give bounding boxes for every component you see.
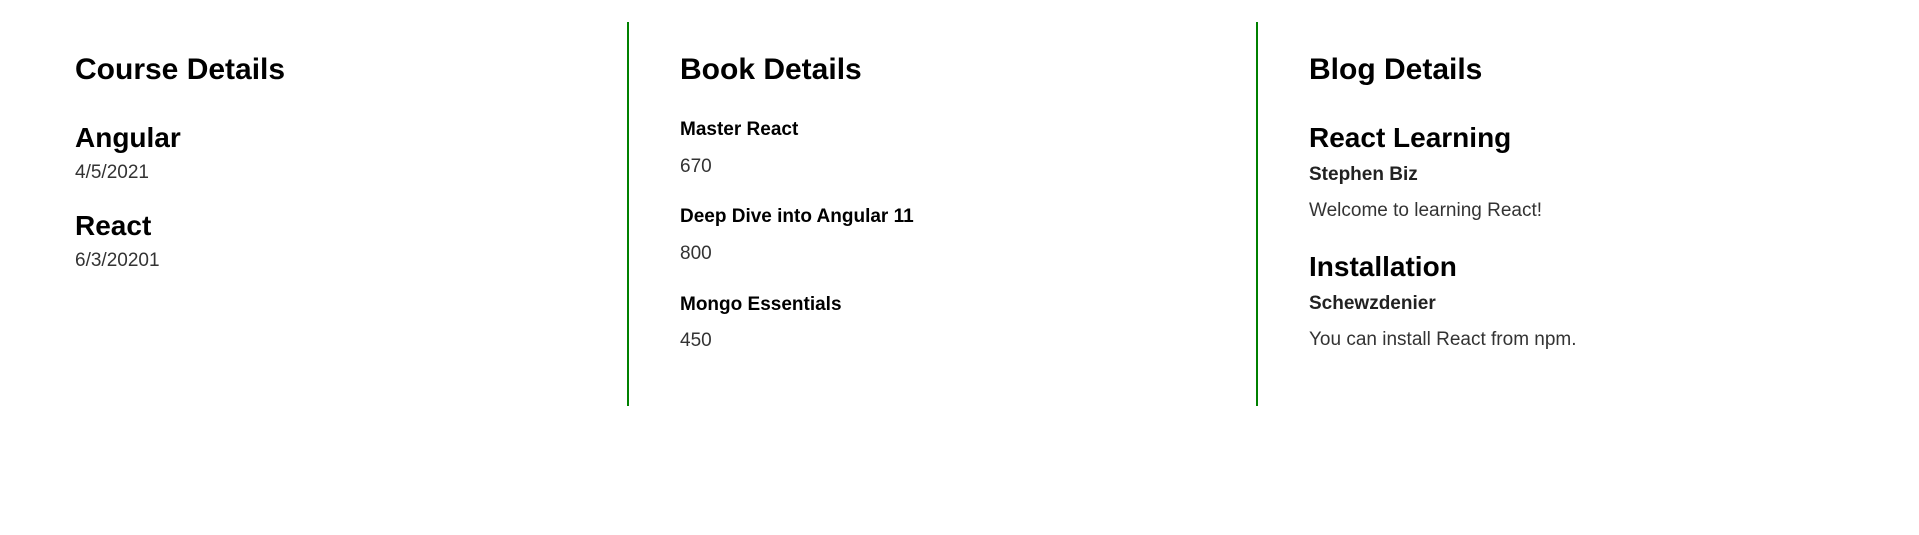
blog-content: You can install React from npm. bbox=[1309, 329, 1577, 351]
blog-author: Schewzdenier bbox=[1309, 292, 1436, 314]
blog-title: Installation bbox=[1309, 250, 1457, 282]
blog-author: Stephen Biz bbox=[1309, 163, 1418, 185]
book-price: 670 bbox=[680, 155, 712, 177]
course-name: React bbox=[75, 210, 152, 242]
book-price: 800 bbox=[680, 243, 712, 265]
book-item: Deep Dive into Angular 11 800 bbox=[680, 205, 1256, 266]
course-name: Angular bbox=[75, 122, 181, 153]
blog-item: React Learning Stephen Biz Welcome to le… bbox=[1309, 121, 1919, 224]
book-price: 450 bbox=[680, 330, 712, 352]
book-item: Mongo Essentials 450 bbox=[680, 293, 1256, 354]
blog-details-heading: Blog Details bbox=[1309, 53, 1483, 86]
page: Course Details Angular 4/5/2021 React 6/… bbox=[0, 0, 1919, 535]
course-details-heading: Course Details bbox=[75, 53, 286, 86]
course-item: Angular 4/5/2021 bbox=[75, 121, 627, 185]
book-name: Mongo Essentials bbox=[680, 293, 842, 315]
book-name: Deep Dive into Angular 11 bbox=[680, 206, 914, 228]
blog-details-panel: Blog Details React Learning Stephen Biz … bbox=[1256, 22, 1919, 406]
book-name: Master React bbox=[680, 119, 799, 140]
course-date: 6/3/20201 bbox=[75, 249, 160, 271]
blog-item: Installation Schewzdenier You can instal… bbox=[1309, 250, 1919, 353]
book-details-heading: Book Details bbox=[680, 53, 862, 86]
details-columns: Course Details Angular 4/5/2021 React 6/… bbox=[0, 22, 1919, 406]
course-details-panel: Course Details Angular 4/5/2021 React 6/… bbox=[0, 22, 627, 406]
book-details-panel: Book Details Master React 670 Deep Dive … bbox=[627, 22, 1256, 406]
blog-content: Welcome to learning React! bbox=[1309, 200, 1543, 222]
book-item: Master React 670 bbox=[680, 118, 1256, 179]
course-date: 4/5/2021 bbox=[75, 161, 149, 183]
blog-title: React Learning bbox=[1309, 122, 1512, 153]
course-item: React 6/3/20201 bbox=[75, 209, 627, 273]
